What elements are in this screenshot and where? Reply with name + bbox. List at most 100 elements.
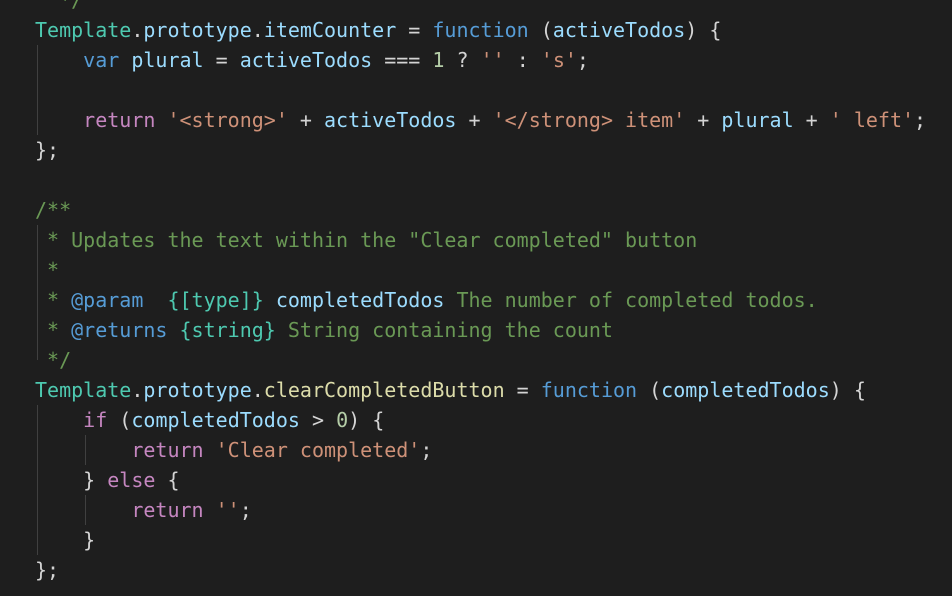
code-token: @returns: [71, 318, 168, 342]
code-token: else: [107, 468, 156, 492]
code-line: };: [35, 135, 59, 165]
code-token: activeTodos: [552, 18, 686, 42]
code-token: +: [456, 108, 493, 132]
code-line: };: [35, 555, 59, 585]
code-token: (: [107, 408, 132, 432]
code-token: String containing the count: [275, 318, 613, 342]
code-token: 1: [432, 48, 445, 72]
code-token: +: [685, 108, 722, 132]
code-token: {: [155, 468, 180, 492]
code-token: return: [131, 498, 204, 522]
code-token: ;: [420, 438, 433, 462]
code-token: };: [35, 138, 60, 162]
code-token: 's': [540, 48, 577, 72]
code-token: function: [540, 378, 638, 402]
code-token: .: [131, 378, 144, 402]
code-token: ' left': [829, 108, 915, 132]
code-token: itemCounter: [263, 18, 397, 42]
code-line: return '<strong>' + activeTodos + '</str…: [35, 105, 926, 135]
code-token: return: [83, 108, 156, 132]
code-token: if: [83, 408, 108, 432]
code-line: * Updates the text within the "Clear com…: [35, 225, 697, 255]
code-token: var: [83, 48, 120, 72]
code-token: .: [131, 18, 144, 42]
code-token: completedTodos: [661, 378, 830, 402]
code-token: }: [35, 528, 96, 552]
code-token: .: [251, 378, 264, 402]
code-token: '</strong> item': [492, 108, 686, 132]
code-line: /**: [35, 195, 71, 225]
code-token: }: [35, 468, 108, 492]
code-line: * @param {[type]} completedTodos The num…: [35, 285, 818, 315]
code-line: Template.prototype.itemCounter = functio…: [35, 15, 721, 45]
code-token: +: [793, 108, 830, 132]
code-token: completedTodos: [275, 288, 445, 312]
code-line: * @returns {string} String containing th…: [35, 315, 613, 345]
code-token: {[type]}: [167, 288, 264, 312]
code-token: activeTodos: [324, 108, 457, 132]
code-token: /**: [35, 198, 72, 222]
code-token: Template: [35, 18, 132, 42]
code-line: *: [35, 255, 59, 285]
code-token: 0: [336, 408, 349, 432]
code-token: =: [504, 378, 541, 402]
code-line: */: [35, 0, 83, 15]
code-token: :: [504, 48, 541, 72]
code-token: */: [35, 348, 72, 372]
code-token: The number of completed todos.: [444, 288, 818, 312]
code-token: Template: [35, 378, 132, 402]
code-line: return 'Clear completed';: [35, 435, 432, 465]
code-token: @param: [71, 288, 144, 312]
code-token: ) {: [348, 408, 385, 432]
code-token: *: [35, 258, 60, 282]
code-token: .: [251, 18, 264, 42]
code-token: activeTodos: [239, 48, 373, 72]
code-token: +: [287, 108, 325, 132]
code-token: '': [480, 48, 505, 72]
code-token: {string}: [179, 318, 276, 342]
code-token: ;: [576, 48, 589, 72]
code-token: =: [396, 18, 433, 42]
code-token: prototype: [143, 18, 252, 42]
code-token: * Updates the text within the "Clear com…: [35, 228, 698, 252]
code-line: if (completedTodos > 0) {: [35, 405, 384, 435]
code-line: } else {: [35, 465, 180, 495]
code-token: ===: [372, 48, 433, 72]
code-token: =: [203, 48, 240, 72]
code-token: ;: [239, 498, 252, 522]
code-editor[interactable]: */Template.prototype.itemCounter = funct…: [0, 0, 952, 596]
code-token: >: [299, 408, 337, 432]
code-token: completedTodos: [131, 408, 300, 432]
code-token: */: [35, 0, 84, 12]
code-token: ) {: [685, 18, 722, 42]
code-token: return: [131, 438, 204, 462]
code-token: clearCompletedButton: [263, 378, 505, 402]
code-token: function: [432, 18, 529, 42]
code-token: plural: [721, 108, 794, 132]
code-line: */: [35, 345, 71, 375]
code-token: *: [35, 318, 72, 342]
code-line: Template.prototype.clearCompletedButton …: [35, 375, 866, 405]
code-line: }: [35, 525, 95, 555]
code-line: var plural = activeTodos === 1 ? '' : 's…: [35, 45, 589, 75]
code-token: ?: [444, 48, 481, 72]
code-token: };: [35, 558, 60, 582]
code-token: '': [215, 498, 240, 522]
code-token: *: [35, 288, 72, 312]
code-token: plural: [131, 48, 204, 72]
code-line: return '';: [35, 495, 252, 525]
code-token: (: [637, 378, 662, 402]
code-token: 'Clear completed': [215, 438, 421, 462]
